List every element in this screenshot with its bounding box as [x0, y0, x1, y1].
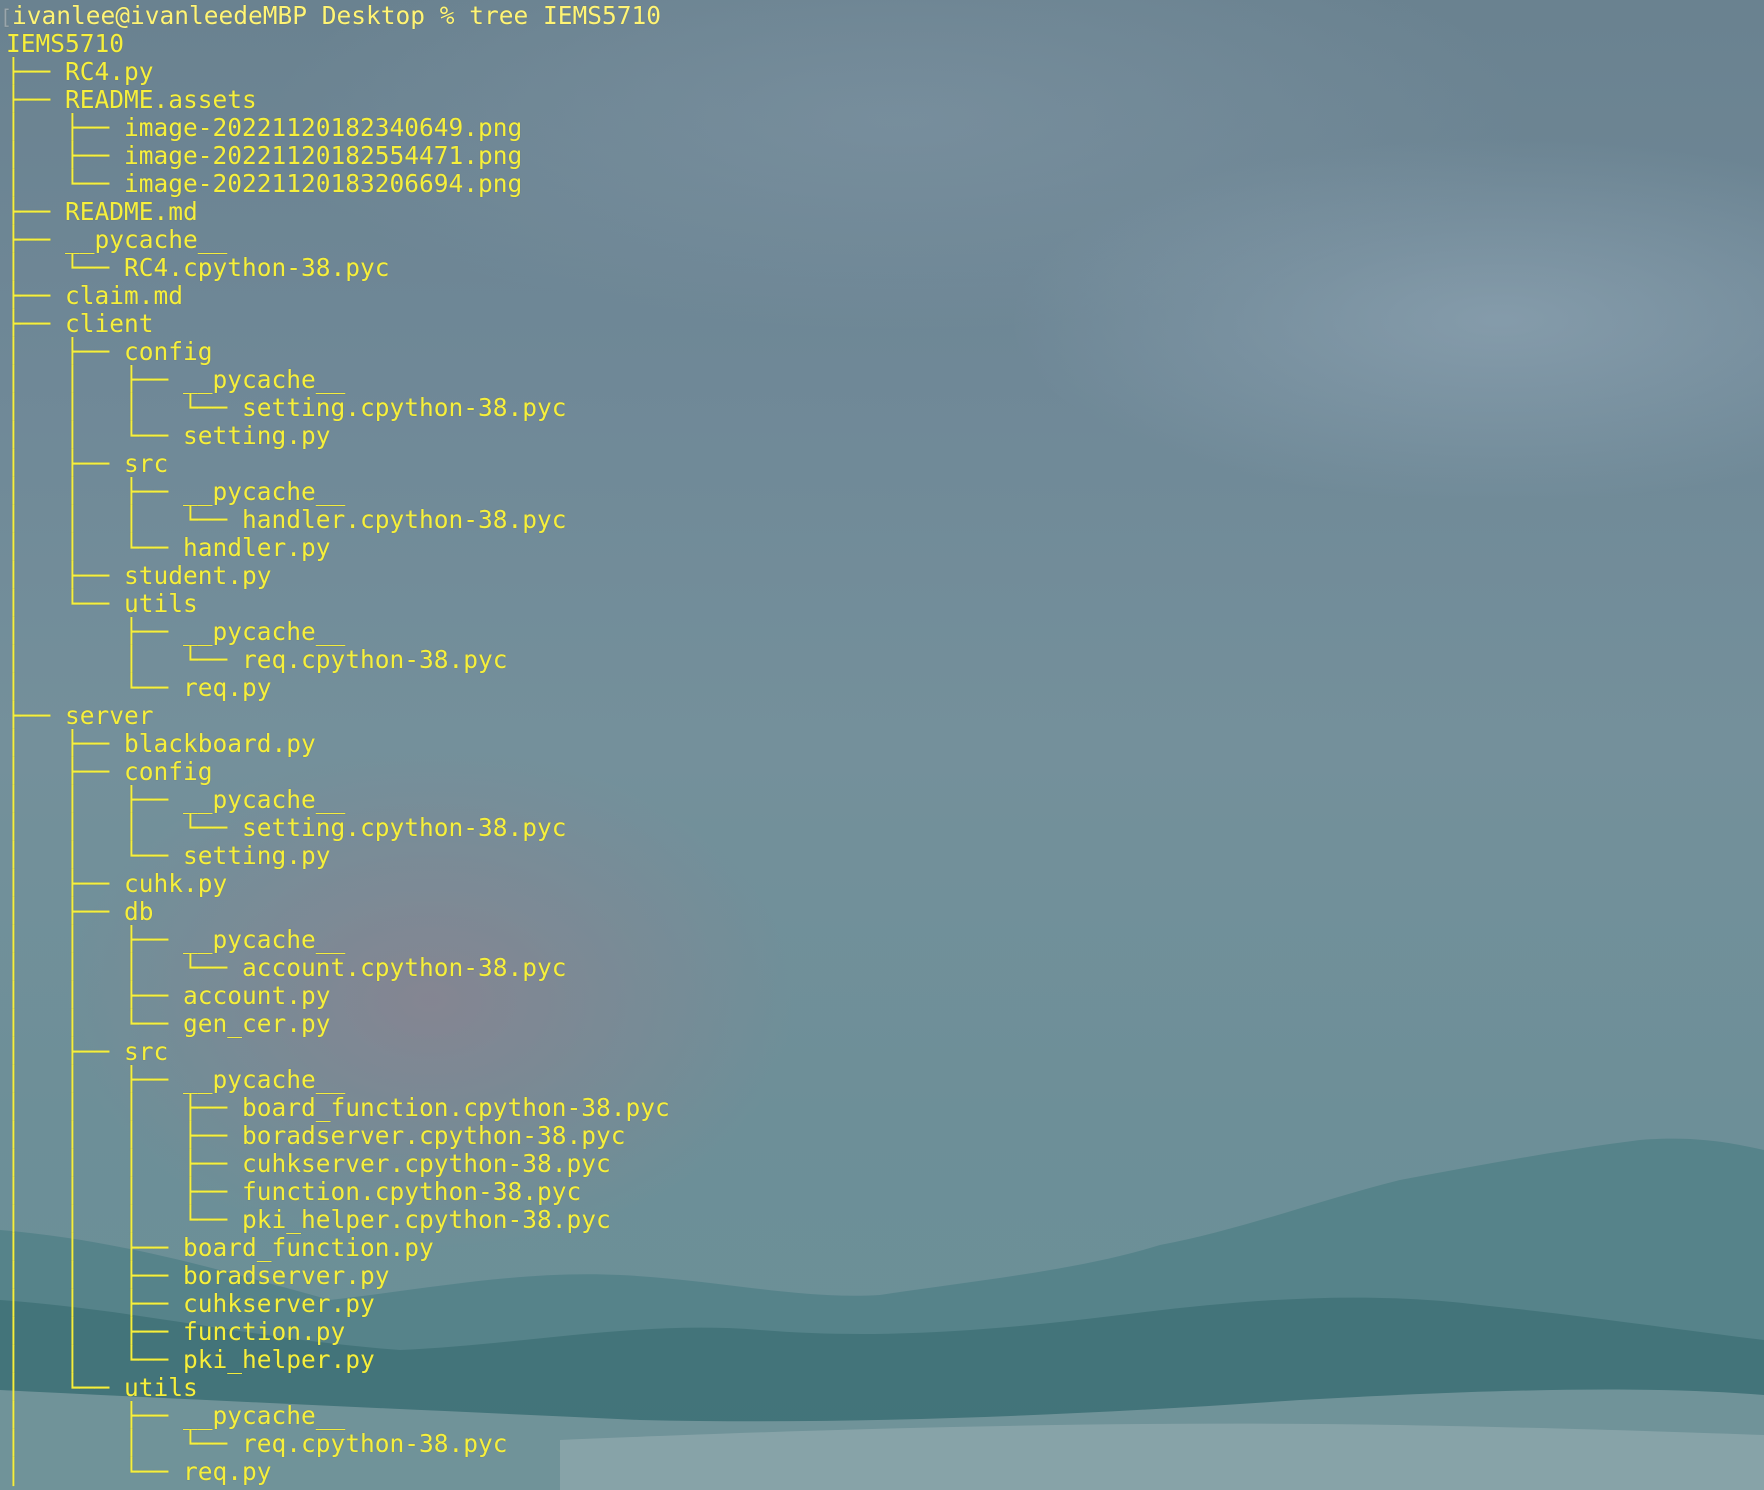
tree-line: │ │ ├── account.py	[6, 981, 331, 1010]
tree-line: │ └── utils	[6, 1373, 198, 1402]
tree-line: ├── RC4.py	[6, 57, 154, 86]
tree-line: ├── README.md	[6, 197, 198, 226]
tree-line: │ └── req.py	[6, 673, 272, 702]
prompt-marker: [	[0, 5, 13, 29]
tree-line: ├── README.assets	[6, 85, 257, 114]
tree-line: │ │ ├── __pycache__	[6, 365, 346, 394]
tree-line: │ └── RC4.cpython-38.pyc	[6, 253, 390, 282]
tree-line: ├── server	[6, 701, 154, 730]
tree-line: │ │ └── req.cpython-38.pyc	[6, 645, 508, 674]
tree-line: │ │ │ └── pki_helper.cpython-38.pyc	[6, 1205, 611, 1234]
tree-line: │ │ │ └── handler.cpython-38.pyc	[6, 505, 567, 534]
tree-line: │ │ ├── function.py	[6, 1317, 346, 1346]
tree-line: │ ├── blackboard.py	[6, 729, 316, 758]
tree-line: │ │ │ ├── function.cpython-38.pyc	[6, 1177, 582, 1206]
tree-line: │ │ └── handler.py	[6, 533, 331, 562]
tree-line: │ ├── __pycache__	[6, 617, 346, 646]
tree-line: │ └── utils	[6, 589, 198, 618]
tree-line: │ │ └── setting.py	[6, 421, 331, 450]
tree-line: IEMS5710	[6, 29, 125, 58]
tree-line: │ │ │ └── setting.cpython-38.pyc	[6, 393, 567, 422]
tree-line: │ │ └── gen_cer.py	[6, 1009, 331, 1038]
tree-line: │ ├── config	[6, 337, 213, 366]
tree-line: │ │ │ └── account.cpython-38.pyc	[6, 953, 567, 982]
tree-line: │ │ │ └── setting.cpython-38.pyc	[6, 813, 567, 842]
tree-line: │ ├── src	[6, 1037, 169, 1066]
tree-line: │ ├── db	[6, 897, 154, 926]
tree-line: │ │ └── req.cpython-38.pyc	[6, 1429, 508, 1458]
tree-line: │ │ ├── __pycache__	[6, 785, 346, 814]
tree-line: │ │ │ ├── board_function.cpython-38.pyc	[6, 1093, 670, 1122]
tree-line: ├── claim.md	[6, 281, 184, 310]
prompt-text: ivanlee@ivanleedeMBP Desktop % tree IEMS…	[12, 1, 662, 30]
terminal-window[interactable]: [ivanlee@ivanleedeMBP Desktop % tree IEM…	[0, 0, 1764, 1490]
tree-line: │ │ └── setting.py	[6, 841, 331, 870]
tree-line: │ │ ├── board_function.py	[6, 1233, 434, 1262]
tree-line: │ └── image-20221120183206694.png	[6, 169, 523, 198]
tree-line: │ │ ├── boradserver.py	[6, 1261, 390, 1290]
tree-line: │ ├── cuhk.py	[6, 869, 228, 898]
tree-line: │ ├── image-20221120182554471.png	[6, 141, 523, 170]
tree-line: │ └── req.py	[6, 1457, 272, 1486]
tree-line: │ ├── config	[6, 757, 213, 786]
tree-line: │ ├── student.py	[6, 561, 272, 590]
tree-line: │ ├── image-20221120182340649.png	[6, 113, 523, 142]
tree-line: │ │ ├── __pycache__	[6, 477, 346, 506]
tree-line: │ │ ├── __pycache__	[6, 1065, 346, 1094]
tree-line: ├── __pycache__	[6, 225, 228, 254]
tree-line: │ ├── __pycache__	[6, 1401, 346, 1430]
tree-line: │ │ │ ├── boradserver.cpython-38.pyc	[6, 1121, 626, 1150]
tree-line: │ │ │ ├── cuhkserver.cpython-38.pyc	[6, 1149, 611, 1178]
tree-line: │ │ └── pki_helper.py	[6, 1345, 375, 1374]
tree-line: │ │ ├── cuhkserver.py	[6, 1289, 375, 1318]
command-prompt[interactable]: [ivanlee@ivanleedeMBP Desktop % tree IEM…	[0, 2, 661, 30]
tree-line: │ ├── src	[6, 449, 169, 478]
tree-line: │ │ ├── __pycache__	[6, 925, 346, 954]
tree-line: ├── client	[6, 309, 154, 338]
